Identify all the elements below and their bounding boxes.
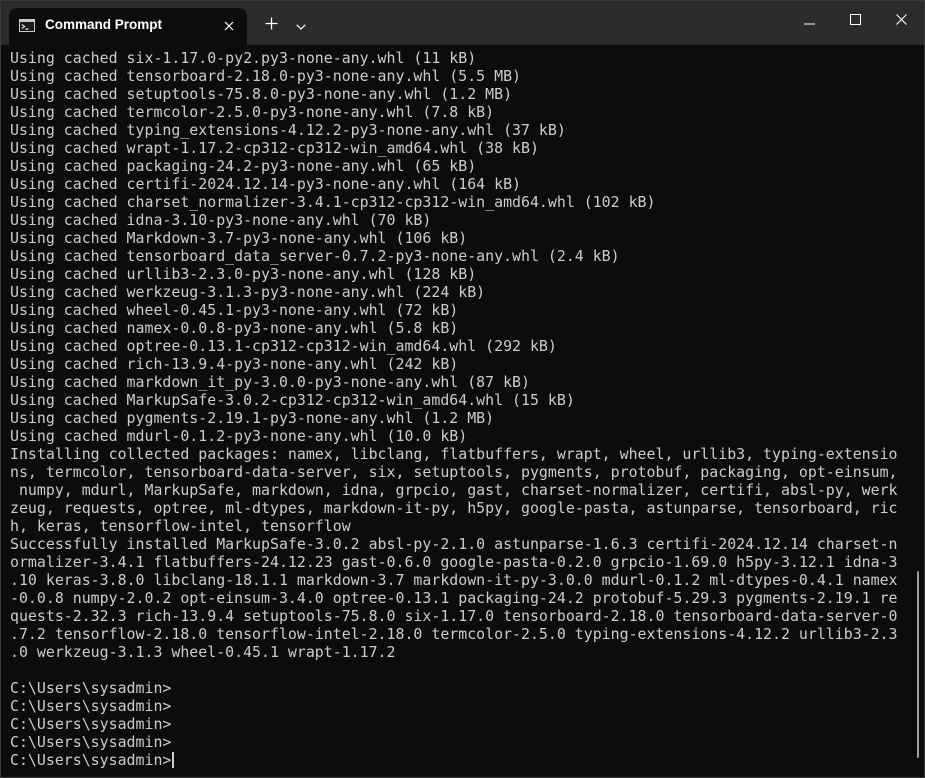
terminal-line: ormalizer-3.4.1 flatbuffers-24.12.23 gas… (10, 553, 898, 571)
text-cursor (172, 752, 175, 768)
terminal-line: Using cached optree-0.13.1-cp312-cp312-w… (10, 337, 557, 355)
minimize-button[interactable] (786, 1, 832, 41)
terminal-line: Using cached pygments-2.19.1-py3-none-an… (10, 409, 495, 427)
tab-dropdown-button[interactable] (289, 12, 313, 40)
terminal-line: Using cached wheel-0.45.1-py3-none-any.w… (10, 301, 459, 319)
terminal-line: Using cached packaging-24.2-py3-none-any… (10, 157, 477, 175)
terminal-line: Installing collected packages: namex, li… (10, 445, 898, 463)
terminal-line: quests-2.32.3 rich-13.9.4 setuptools-75.… (10, 607, 898, 625)
terminal-line: .10 keras-3.8.0 libclang-18.1.1 markdown… (10, 571, 898, 589)
terminal-line: Using cached tensorboard_data_server-0.7… (10, 247, 620, 265)
new-tab-button[interactable] (257, 12, 285, 40)
terminal-line: Using cached tensorboard-2.18.0-py3-none… (10, 67, 522, 85)
tab-title: Command Prompt (45, 17, 163, 32)
terminal-line: numpy, mdurl, MarkupSafe, markdown, idna… (10, 481, 898, 499)
terminal-line: Using cached idna-3.10-py3-none-any.whl … (10, 211, 432, 229)
terminal-line: -0.0.8 numpy-2.0.2 opt-einsum-3.4.0 optr… (10, 589, 898, 607)
terminal-line: Using cached rich-13.9.4-py3-none-any.wh… (10, 355, 459, 373)
terminal-line: Using cached setuptools-75.8.0-py3-none-… (10, 85, 513, 103)
terminal-line: Using cached wrapt-1.17.2-cp312-cp312-wi… (10, 139, 539, 157)
terminal-line: ns, termcolor, tensorboard-data-server, … (10, 463, 898, 481)
terminal-line: Using cached typing_extensions-4.12.2-py… (10, 121, 566, 139)
terminal-line: Using cached termcolor-2.5.0-py3-none-an… (10, 103, 495, 121)
terminal-line: Using cached certifi-2024.12.14-py3-none… (10, 175, 522, 193)
terminal-line: Successfully installed MarkupSafe-3.0.2 … (10, 535, 898, 553)
tab-command-prompt[interactable]: Command Prompt (9, 8, 247, 45)
chevron-down-icon (296, 17, 306, 35)
terminal-line: zeug, requests, optree, ml-dtypes, markd… (10, 499, 898, 517)
terminal-line: Using cached six-1.17.0-py2.py3-none-any… (10, 49, 477, 67)
terminal-line: Using cached markdown_it_py-3.0.0-py3-no… (10, 373, 530, 391)
close-icon[interactable] (217, 14, 241, 38)
terminal-output[interactable]: Using cached six-1.17.0-py2.py3-none-any… (1, 45, 914, 777)
title-bar[interactable]: Command Prompt (1, 1, 924, 45)
terminal-line: h, keras, tensorflow-intel, tensorflow (10, 517, 351, 535)
terminal-line: Using cached MarkupSafe-3.0.2-cp312-cp31… (10, 391, 575, 409)
close-window-button[interactable] (878, 1, 924, 41)
terminal-line: C:\Users\sysadmin> (10, 697, 172, 715)
terminal-line: Using cached charset_normalizer-3.4.1-cp… (10, 193, 656, 211)
maximize-icon (849, 12, 861, 30)
terminal-line: .0 werkzeug-3.1.3 wheel-0.45.1 wrapt-1.1… (10, 643, 396, 661)
plus-icon (265, 17, 278, 35)
active-prompt-line[interactable]: C:\Users\sysadmin> (10, 751, 914, 769)
active-prompt: C:\Users\sysadmin> (10, 751, 172, 769)
terminal-line: C:\Users\sysadmin> (10, 679, 172, 697)
maximize-button[interactable] (832, 1, 878, 41)
terminal-line: Using cached namex-0.0.8-py3-none-any.wh… (10, 319, 459, 337)
close-icon (895, 12, 907, 30)
terminal-line: Using cached werkzeug-3.1.3-py3-none-any… (10, 283, 486, 301)
terminal-line: C:\Users\sysadmin> (10, 715, 172, 733)
cmd-icon (19, 19, 35, 32)
scrollbar-thumb[interactable] (917, 571, 919, 758)
minimize-icon (803, 12, 815, 30)
terminal-line: Using cached mdurl-0.1.2-py3-none-any.wh… (10, 427, 468, 445)
terminal-window: Command Prompt Using cached six-1.17.0-p… (0, 0, 925, 778)
terminal-line: Using cached Markdown-3.7-py3-none-any.w… (10, 229, 468, 247)
terminal-line: C:\Users\sysadmin> (10, 733, 172, 751)
terminal-line: .7.2 tensorflow-2.18.0 tensorflow-intel-… (10, 625, 898, 643)
terminal-line: Using cached urllib3-2.3.0-py3-none-any.… (10, 265, 477, 283)
